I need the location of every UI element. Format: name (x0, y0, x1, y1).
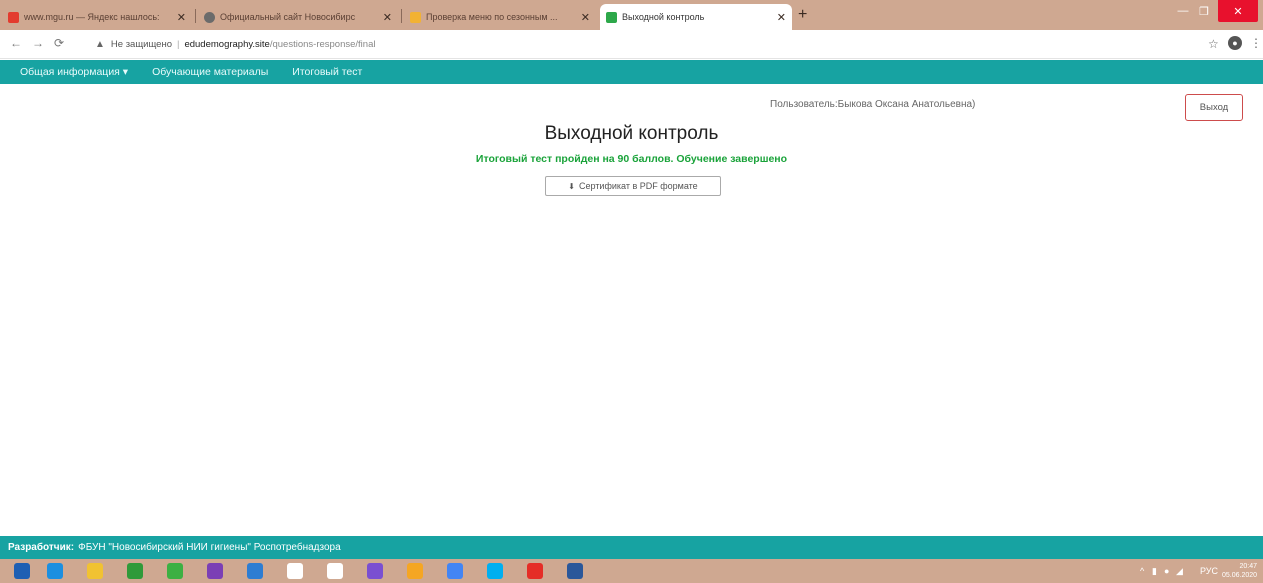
app-icon[interactable] (407, 563, 423, 579)
tray-arrow-icon[interactable]: ^ (1140, 566, 1144, 576)
page-title: Выходной контроль (544, 123, 719, 144)
url-host: edudemography.site (184, 39, 270, 50)
yandex-icon (8, 11, 19, 23)
browser-tab[interactable]: www.mgu.ru — Яндекс нашлось: ✕ (2, 4, 192, 30)
windows-taskbar: ^ ▮ ● ◢ РУС 20:47 05.06.2020 (0, 559, 1263, 583)
account-icon[interactable]: ● (1228, 36, 1242, 50)
maximize-icon[interactable]: ❐ (1194, 0, 1214, 22)
mail-icon[interactable] (367, 563, 383, 579)
viber-icon[interactable] (207, 563, 223, 579)
menu-kebab-icon[interactable]: ⋮ (1250, 36, 1262, 50)
warning-icon: ▲ (95, 39, 105, 50)
word-icon[interactable] (567, 563, 583, 579)
internet-explorer-icon[interactable] (47, 563, 63, 579)
result-message: Итоговый тест пройден на 90 баллов. Обуч… (475, 153, 788, 165)
browser-tab-active[interactable]: Выходной контроль ✕ (600, 4, 792, 30)
document-icon[interactable] (287, 563, 303, 579)
download-icon: ⬇ (568, 181, 575, 191)
site-icon (204, 11, 215, 23)
url-path: /questions-response/final (269, 39, 376, 50)
nav-general-info[interactable]: Общая информация ▾ (20, 66, 128, 78)
volume-icon[interactable]: ◢ (1176, 566, 1183, 577)
back-icon[interactable]: ← (10, 36, 22, 50)
browser-tab[interactable]: Проверка меню по сезонным ... ✕ (404, 4, 596, 30)
network-icon[interactable]: ▮ (1152, 566, 1157, 577)
acrobat-icon[interactable] (527, 563, 543, 579)
site-navbar: Общая информация ▾ Обучающие материалы И… (0, 60, 1263, 84)
utorrent-icon[interactable] (167, 563, 183, 579)
nav-learning-materials[interactable]: Обучающие материалы (152, 66, 268, 78)
windows-start-icon[interactable] (14, 563, 30, 579)
logout-button[interactable]: Выход (1185, 94, 1243, 121)
clock[interactable]: 20:47 05.06.2020 (1222, 562, 1257, 580)
certificate-button-label: Сертификат в PDF формате (579, 181, 698, 191)
clock-time: 20:47 (1239, 563, 1258, 570)
site-icon (606, 11, 617, 23)
certificate-download-button[interactable]: ⬇ Сертификат в PDF формате (545, 176, 721, 196)
office-icon[interactable] (127, 563, 143, 579)
tab-divider (195, 9, 196, 23)
close-icon[interactable]: ✕ (383, 11, 392, 24)
tab-divider (401, 9, 402, 23)
url-field[interactable]: ▲ Не защищено | edudemography.site /ques… (95, 34, 1215, 55)
footer-label: Разработчик: (8, 542, 75, 553)
file-explorer-icon[interactable] (87, 563, 103, 579)
footer-text: ФБУН "Новосибирский НИИ гигиены" Роспотр… (78, 542, 341, 553)
tab-title: Официальный сайт Новосибирс (220, 12, 356, 22)
new-tab-icon[interactable]: + (798, 6, 807, 24)
bookmark-star-icon[interactable]: ☆ (1208, 37, 1219, 51)
close-icon[interactable]: ✕ (581, 11, 590, 24)
tab-title: Проверка меню по сезонным ... (426, 12, 558, 22)
chrome-icon[interactable] (447, 563, 463, 579)
browser-tab-strip: www.mgu.ru — Яндекс нашлось: ✕ Официальн… (0, 0, 1263, 30)
monitor-icon[interactable] (247, 563, 263, 579)
tab-title: Выходной контроль (622, 12, 705, 22)
close-icon[interactable]: ✕ (177, 11, 186, 24)
close-icon[interactable]: ✕ (777, 11, 786, 24)
power-icon[interactable]: ● (1164, 566, 1169, 576)
tab-title: www.mgu.ru — Яндекс нашлось: (24, 12, 160, 22)
clock-date: 05.06.2020 (1222, 572, 1258, 579)
minimize-icon[interactable]: — (1172, 0, 1194, 22)
site-footer: Разработчик: ФБУН "Новосибирский НИИ гиг… (0, 536, 1263, 559)
nav-final-test[interactable]: Итоговый тест (292, 66, 362, 78)
close-window-icon[interactable]: ✕ (1218, 0, 1258, 22)
reload-icon[interactable]: ⟳ (54, 36, 64, 50)
forward-icon[interactable]: → (32, 36, 44, 50)
site-icon (410, 11, 421, 23)
security-label: Не защищено (110, 39, 172, 50)
user-label: Пользователь:Быкова Оксана Анатольевна) (770, 99, 976, 110)
browser-tab[interactable]: Официальный сайт Новосибирс ✕ (198, 4, 398, 30)
skype-icon[interactable] (487, 563, 503, 579)
home-icon[interactable] (327, 563, 343, 579)
address-bar: ← → ⟳ ▲ Не защищено | edudemography.site… (0, 30, 1263, 59)
url-divider: | (176, 39, 180, 50)
language-indicator[interactable]: РУС (1200, 566, 1218, 576)
